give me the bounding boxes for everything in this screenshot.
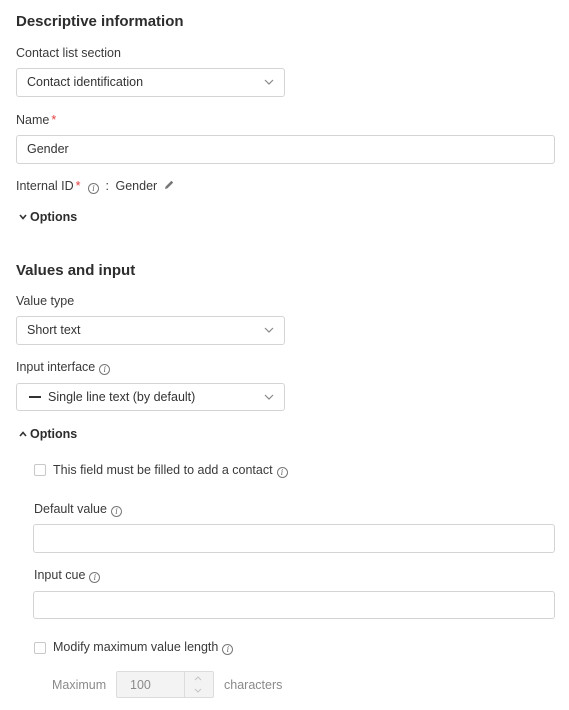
values-options-toggle[interactable]: Options	[19, 427, 77, 441]
input-cue-label: Input cue	[34, 568, 86, 582]
must-fill-label: This field must be filled to add a conta…	[53, 463, 273, 477]
default-value-input[interactable]	[33, 524, 555, 553]
must-fill-checkbox[interactable]	[34, 464, 46, 476]
contact-list-section-label: Contact list section	[16, 46, 121, 60]
name-label: Name *	[16, 113, 56, 127]
maximum-label: Maximum	[52, 678, 107, 692]
name-input-value: Gender	[27, 142, 69, 156]
pencil-icon[interactable]	[163, 179, 175, 191]
internal-id-value: Gender	[115, 179, 158, 193]
contact-list-section-value: Contact identification	[27, 75, 144, 89]
value-type-value: Short text	[27, 323, 81, 337]
maximum-length-value: 100	[130, 678, 151, 692]
info-icon[interactable]: i	[88, 183, 100, 194]
stepper-up-icon[interactable]	[193, 675, 203, 681]
must-fill-label-row: This field must be filled to add a conta…	[53, 463, 288, 478]
values-input-heading: Values and input	[16, 262, 136, 279]
chevron-down-icon	[264, 79, 274, 85]
info-icon[interactable]: i	[110, 506, 122, 517]
default-value-label-row: Default value i	[34, 502, 122, 517]
input-interface-select[interactable]: Single line text (by default)	[16, 383, 285, 411]
values-options-label: Options	[30, 427, 78, 441]
stepper-divider	[184, 672, 185, 697]
internal-id-row: Internal ID * i : Gender	[16, 179, 175, 194]
required-mark: *	[51, 113, 57, 127]
maximum-length-stepper[interactable]: 100	[116, 671, 214, 698]
input-interface-value: Single line text (by default)	[48, 390, 196, 404]
input-cue-label-row: Input cue i	[34, 568, 101, 583]
info-icon[interactable]: i	[99, 364, 111, 375]
input-cue-input[interactable]	[33, 591, 555, 619]
value-type-label: Value type	[16, 294, 75, 308]
stepper-down-icon[interactable]	[193, 688, 203, 694]
caret-up-icon	[19, 431, 27, 437]
chevron-down-icon	[264, 394, 274, 400]
chevron-down-icon	[264, 327, 274, 333]
value-type-select[interactable]: Short text	[16, 316, 285, 345]
info-icon[interactable]: i	[222, 644, 234, 655]
info-icon[interactable]: i	[89, 572, 101, 583]
contact-list-section-select[interactable]: Contact identification	[16, 68, 285, 97]
info-icon[interactable]: i	[276, 467, 288, 478]
descriptive-options-toggle[interactable]: Options	[19, 210, 77, 224]
input-interface-label: Input interface	[16, 360, 96, 374]
default-value-label: Default value	[34, 502, 107, 516]
descriptive-heading: Descriptive information	[16, 13, 184, 30]
descriptive-options-label: Options	[30, 210, 78, 224]
internal-id-separator: :	[105, 179, 109, 193]
modify-max-length-label-row: Modify maximum value length i	[53, 640, 234, 655]
internal-id-label: Internal ID	[16, 179, 74, 193]
dash-icon	[29, 396, 41, 398]
caret-down-icon	[19, 214, 27, 220]
input-interface-label-row: Input interface i	[16, 360, 111, 375]
characters-label: characters	[224, 678, 283, 692]
name-input[interactable]: Gender	[16, 135, 555, 164]
modify-max-length-checkbox[interactable]	[34, 642, 46, 654]
internal-id-required-mark: *	[75, 179, 81, 193]
modify-max-length-label: Modify maximum value length	[53, 640, 219, 654]
name-label-text: Name	[16, 113, 50, 127]
